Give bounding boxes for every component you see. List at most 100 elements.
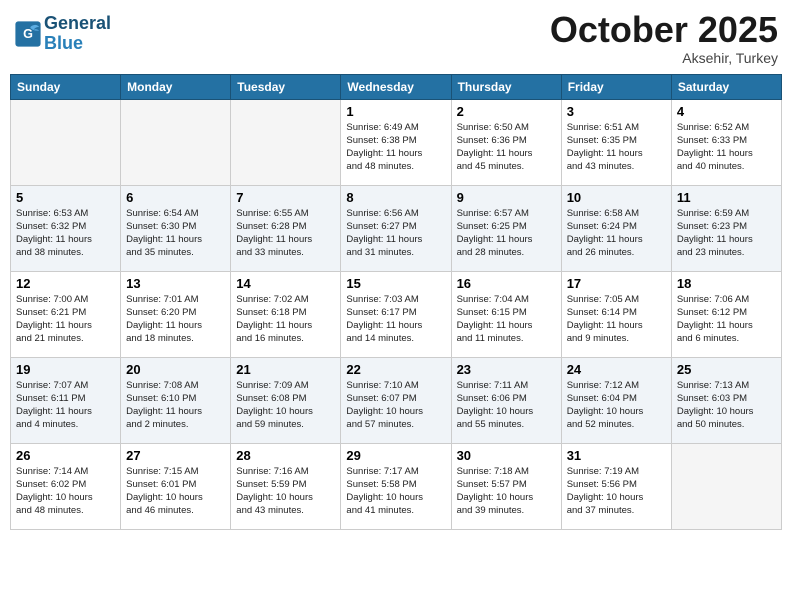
day-number: 13 <box>126 276 225 291</box>
weekday-header: Thursday <box>451 74 561 99</box>
calendar-cell: 2Sunrise: 6:50 AM Sunset: 6:36 PM Daylig… <box>451 99 561 185</box>
day-info: Sunrise: 7:10 AM Sunset: 6:07 PM Dayligh… <box>346 379 445 432</box>
weekday-header: Saturday <box>671 74 781 99</box>
calendar-cell: 21 Sunrise: 7:09 AM Sunset: 6:08 PM Dayli… <box>231 357 341 443</box>
logo-text-line2: Blue <box>44 34 111 54</box>
weekday-header: Friday <box>561 74 671 99</box>
day-number: 8 <box>346 190 445 205</box>
calendar-cell: 29 Sunrise: 7:17 AM Sunset: 5:58 PM Dayli… <box>341 443 451 529</box>
day-info: Sunrise: 7:07 AM Sunset: 6:11 PM Dayligh… <box>16 379 115 432</box>
day-info: Sunrise: 7:19 AM Sunset: 5:56 PM Dayligh… <box>567 465 666 518</box>
day-number: 9 <box>457 190 556 205</box>
day-number: 24 <box>567 362 666 377</box>
day-info: Sunrise: 6:58 AM Sunset: 6:24 PM Dayligh… <box>567 207 666 260</box>
day-info: Sunrise: 7:13 AM Sunset: 6:03 PM Dayligh… <box>677 379 776 432</box>
calendar-cell: 13Sunrise: 7:01 AM Sunset: 6:20 PM Dayli… <box>121 271 231 357</box>
month-title: October 2025 <box>550 10 778 50</box>
day-number: 14 <box>236 276 335 291</box>
location: Aksehir, Turkey <box>550 50 778 66</box>
day-number: 15 <box>346 276 445 291</box>
title-block: October 2025 Aksehir, Turkey <box>550 10 778 66</box>
calendar-cell: 24 Sunrise: 7:12 AM Sunset: 6:04 PM Dayli… <box>561 357 671 443</box>
day-info: Sunrise: 6:51 AM Sunset: 6:35 PM Dayligh… <box>567 121 666 174</box>
calendar-cell: 9 Sunrise: 6:57 AM Sunset: 6:25 PM Daylig… <box>451 185 561 271</box>
day-info: Sunrise: 7:09 AM Sunset: 6:08 PM Dayligh… <box>236 379 335 432</box>
day-number: 29 <box>346 448 445 463</box>
calendar-week-row: 1 Sunrise: 6:49 AM Sunset: 6:38 PM Daylig… <box>11 99 782 185</box>
calendar-cell: 7 Sunrise: 6:55 AM Sunset: 6:28 PM Daylig… <box>231 185 341 271</box>
day-info: Sunrise: 7:17 AM Sunset: 5:58 PM Dayligh… <box>346 465 445 518</box>
calendar-cell: 23 Sunrise: 7:11 AM Sunset: 6:06 PM Dayli… <box>451 357 561 443</box>
calendar-cell: 28 Sunrise: 7:16 AM Sunset: 5:59 PM Dayli… <box>231 443 341 529</box>
day-info: Sunrise: 6:54 AM Sunset: 6:30 PM Dayligh… <box>126 207 225 260</box>
weekday-header-row: SundayMondayTuesdayWednesdayThursdayFrid… <box>11 74 782 99</box>
day-info: Sunrise: 6:55 AM Sunset: 6:28 PM Dayligh… <box>236 207 335 260</box>
page-header: G General Blue October 2025 Aksehir, Tur… <box>10 10 782 66</box>
day-number: 31 <box>567 448 666 463</box>
day-info: Sunrise: 7:08 AM Sunset: 6:10 PM Dayligh… <box>126 379 225 432</box>
day-info: Sunrise: 6:49 AM Sunset: 6:38 PM Dayligh… <box>346 121 445 174</box>
day-number: 16 <box>457 276 556 291</box>
day-number: 11 <box>677 190 776 205</box>
calendar-cell <box>121 99 231 185</box>
calendar-cell: 20 Sunrise: 7:08 AM Sunset: 6:10 PM Dayli… <box>121 357 231 443</box>
day-info: Sunrise: 7:11 AM Sunset: 6:06 PM Dayligh… <box>457 379 556 432</box>
day-info: Sunrise: 7:16 AM Sunset: 5:59 PM Dayligh… <box>236 465 335 518</box>
logo: G General Blue <box>14 14 111 54</box>
calendar-cell: 26Sunrise: 7:14 AM Sunset: 6:02 PM Dayli… <box>11 443 121 529</box>
day-number: 6 <box>126 190 225 205</box>
day-number: 12 <box>16 276 115 291</box>
day-number: 4 <box>677 104 776 119</box>
calendar-cell: 14 Sunrise: 7:02 AM Sunset: 6:18 PM Dayli… <box>231 271 341 357</box>
calendar-cell: 18 Sunrise: 7:06 AM Sunset: 6:12 PM Dayli… <box>671 271 781 357</box>
day-number: 28 <box>236 448 335 463</box>
calendar-cell <box>671 443 781 529</box>
logo-icon: G <box>14 20 42 48</box>
calendar-week-row: 12 Sunrise: 7:00 AM Sunset: 6:21 PM Dayli… <box>11 271 782 357</box>
day-info: Sunrise: 7:00 AM Sunset: 6:21 PM Dayligh… <box>16 293 115 346</box>
calendar-cell: 10 Sunrise: 6:58 AM Sunset: 6:24 PM Dayli… <box>561 185 671 271</box>
day-number: 10 <box>567 190 666 205</box>
calendar-cell: 27Sunrise: 7:15 AM Sunset: 6:01 PM Dayli… <box>121 443 231 529</box>
day-number: 20 <box>126 362 225 377</box>
calendar-cell <box>11 99 121 185</box>
calendar-cell: 19Sunrise: 7:07 AM Sunset: 6:11 PM Dayli… <box>11 357 121 443</box>
calendar-week-row: 5 Sunrise: 6:53 AM Sunset: 6:32 PM Daylig… <box>11 185 782 271</box>
day-number: 18 <box>677 276 776 291</box>
day-number: 17 <box>567 276 666 291</box>
day-number: 7 <box>236 190 335 205</box>
weekday-header: Wednesday <box>341 74 451 99</box>
day-number: 1 <box>346 104 445 119</box>
day-info: Sunrise: 6:53 AM Sunset: 6:32 PM Dayligh… <box>16 207 115 260</box>
logo-text-line1: General <box>44 14 111 34</box>
day-number: 27 <box>126 448 225 463</box>
calendar-cell: 25 Sunrise: 7:13 AM Sunset: 6:03 PM Dayli… <box>671 357 781 443</box>
day-info: Sunrise: 7:04 AM Sunset: 6:15 PM Dayligh… <box>457 293 556 346</box>
calendar-cell: 17Sunrise: 7:05 AM Sunset: 6:14 PM Dayli… <box>561 271 671 357</box>
day-number: 21 <box>236 362 335 377</box>
day-number: 26 <box>16 448 115 463</box>
day-info: Sunrise: 6:57 AM Sunset: 6:25 PM Dayligh… <box>457 207 556 260</box>
calendar-cell: 5 Sunrise: 6:53 AM Sunset: 6:32 PM Daylig… <box>11 185 121 271</box>
svg-text:G: G <box>23 27 33 41</box>
weekday-header: Monday <box>121 74 231 99</box>
calendar-table: SundayMondayTuesdayWednesdayThursdayFrid… <box>10 74 782 530</box>
day-info: Sunrise: 6:59 AM Sunset: 6:23 PM Dayligh… <box>677 207 776 260</box>
day-info: Sunrise: 7:06 AM Sunset: 6:12 PM Dayligh… <box>677 293 776 346</box>
day-info: Sunrise: 7:12 AM Sunset: 6:04 PM Dayligh… <box>567 379 666 432</box>
calendar-cell: 12 Sunrise: 7:00 AM Sunset: 6:21 PM Dayli… <box>11 271 121 357</box>
day-number: 22 <box>346 362 445 377</box>
day-info: Sunrise: 7:02 AM Sunset: 6:18 PM Dayligh… <box>236 293 335 346</box>
day-info: Sunrise: 6:56 AM Sunset: 6:27 PM Dayligh… <box>346 207 445 260</box>
calendar-cell: 15Sunrise: 7:03 AM Sunset: 6:17 PM Dayli… <box>341 271 451 357</box>
calendar-cell: 31 Sunrise: 7:19 AM Sunset: 5:56 PM Dayli… <box>561 443 671 529</box>
day-number: 23 <box>457 362 556 377</box>
day-info: Sunrise: 6:52 AM Sunset: 6:33 PM Dayligh… <box>677 121 776 174</box>
day-number: 25 <box>677 362 776 377</box>
calendar-week-row: 26Sunrise: 7:14 AM Sunset: 6:02 PM Dayli… <box>11 443 782 529</box>
calendar-cell: 6 Sunrise: 6:54 AM Sunset: 6:30 PM Daylig… <box>121 185 231 271</box>
day-number: 5 <box>16 190 115 205</box>
calendar-cell: 11 Sunrise: 6:59 AM Sunset: 6:23 PM Dayli… <box>671 185 781 271</box>
calendar-cell: 4 Sunrise: 6:52 AM Sunset: 6:33 PM Daylig… <box>671 99 781 185</box>
weekday-header: Sunday <box>11 74 121 99</box>
